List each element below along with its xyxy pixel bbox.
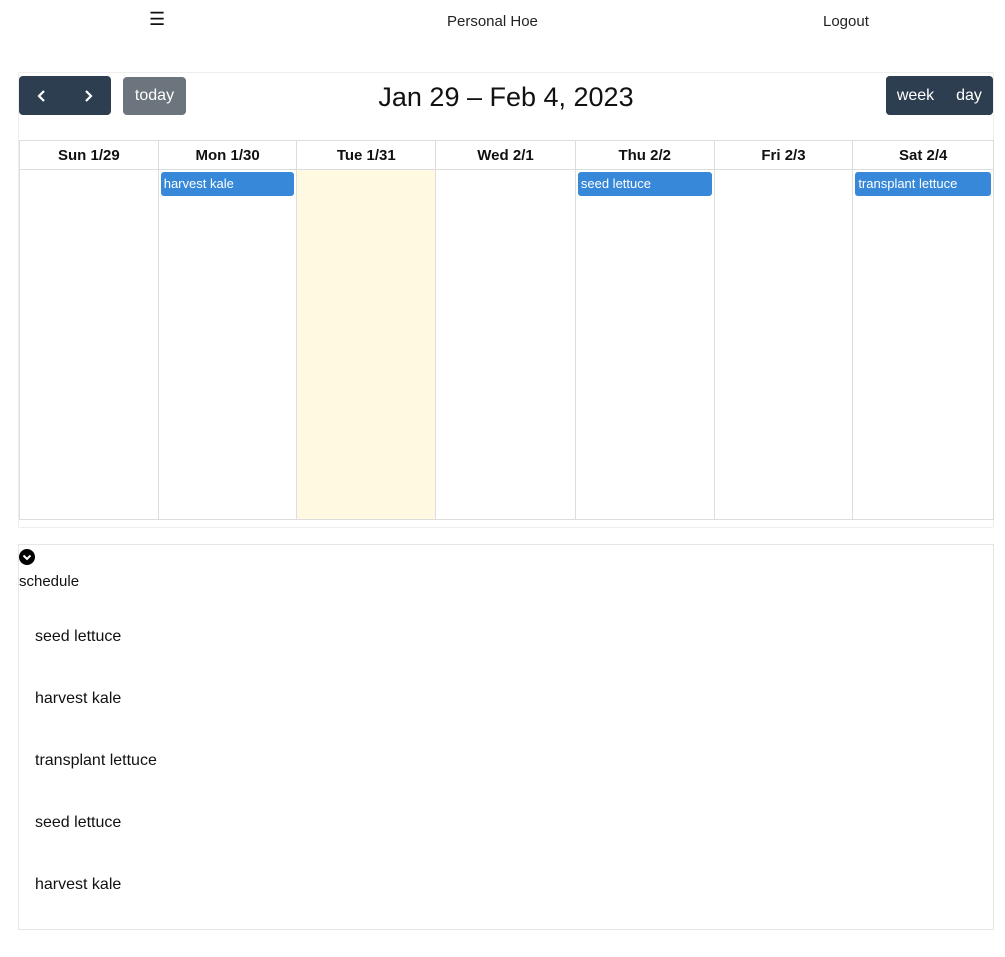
day-column[interactable]	[715, 170, 854, 519]
day-view-button[interactable]: day	[945, 76, 993, 115]
day-header: Sat 2/4	[898, 147, 948, 164]
schedule-label: schedule	[19, 573, 80, 590]
app-title: Personal Hoe	[447, 13, 538, 30]
logout-link[interactable]: Logout	[823, 13, 869, 30]
day-header: Thu 2/2	[576, 141, 715, 170]
day-header: Wed 2/1	[436, 141, 576, 170]
calendar: today Jan 29 – Feb 4, 2023 week day Sun …	[18, 72, 994, 528]
schedule-item[interactable]: seed lettuce	[35, 628, 121, 646]
week-grid: Sun 1/29 Mon 1/30 Tue 1/31 Wed 2/1 Thu 2/2 Fr…	[19, 140, 994, 520]
calendar-event[interactable]: seed lettuce	[577, 172, 712, 196]
schedule-panel: schedule seed lettuce harvest kale transpl…	[18, 544, 994, 930]
day-header: Sun 1/29	[20, 141, 159, 170]
day-column[interactable]: seed lettuce	[576, 170, 715, 519]
day-column[interactable]	[20, 170, 159, 519]
day-header: Tue 1/31	[297, 141, 437, 170]
view-button-group: week day	[886, 76, 993, 115]
calendar-event[interactable]: transplant lettuce	[855, 172, 992, 196]
schedule-item[interactable]: harvest kale	[35, 690, 121, 708]
day-header-row: Sun 1/29 Mon 1/30 Tue 1/31 Wed 2/1 Thu 2/2 Fr…	[20, 141, 993, 170]
calendar-event[interactable]: harvest kale	[160, 172, 295, 196]
chevron-down-circle-icon[interactable]	[19, 549, 35, 565]
day-body-row: harvest kale seed lettuce transplant lettu…	[20, 170, 993, 519]
day-header: Fri 2/3	[715, 141, 854, 170]
day-column[interactable]	[436, 170, 576, 519]
day-column[interactable]: harvest kale	[159, 170, 298, 519]
day-column-today[interactable]	[297, 170, 437, 519]
schedule-item[interactable]: harvest kale	[35, 876, 121, 894]
calendar-title: Jan 29 – Feb 4, 2023	[378, 82, 634, 112]
day-column[interactable]: transplant lettuce	[853, 170, 993, 519]
hamburger-menu-icon[interactable]: ☰	[149, 9, 165, 29]
day-header: Mon 1/30	[159, 141, 298, 170]
schedule-item[interactable]: seed lettuce	[35, 814, 121, 832]
week-view-button[interactable]: week	[886, 76, 945, 115]
schedule-item[interactable]: transplant lettuce	[35, 752, 157, 770]
